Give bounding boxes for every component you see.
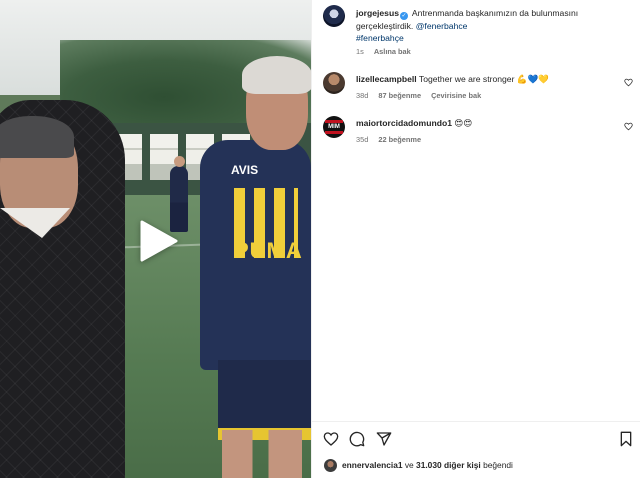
post-actions [323,431,633,447]
share-icon[interactable] [376,431,392,447]
comment: lizellecampbell Together we are stronger… [356,73,616,85]
heart-icon[interactable] [323,431,339,447]
avatar[interactable] [323,5,345,27]
divider [312,421,640,422]
see-original-button[interactable]: Aslına bak [374,47,411,56]
avatar-badge-text: MIM [328,124,340,130]
verified-icon: ✓ [400,12,408,20]
likes-middle: ve [402,460,417,470]
bookmark-icon[interactable] [618,431,634,447]
comment-username[interactable]: lizellecampbell [356,74,417,84]
comment-emojis: 😍😍 [454,118,473,128]
post-panel: jorgejesus ✓ Antrenmanda başkanımızın da … [311,0,640,478]
translate-button[interactable]: Çevirisine bak [431,91,481,100]
video-person-right [200,56,311,478]
heart-icon[interactable] [624,78,633,87]
comment-username[interactable]: maiortorcidadomundo1 [356,118,452,128]
avatar[interactable] [324,459,337,472]
likes-summary: ennervalencia1 ve 31.030 diğer kişi beğe… [342,460,513,470]
play-button[interactable] [137,220,179,262]
comment-meta: 35d 22 beğenme [356,135,421,144]
comment-likes[interactable]: 22 beğenme [378,135,421,144]
caption-meta: 1s Aslına bak [356,47,411,56]
jersey-sponsor-puma: PUMA [234,238,303,263]
post-video[interactable]: AVIS PUMA [0,0,311,478]
comment-time: 35d [356,135,369,144]
likes-count[interactable]: 31.030 diğer kişi [416,460,481,470]
comment-text: Together we are stronger [418,74,515,84]
mention-link[interactable]: @fenerbahce [416,21,468,31]
jersey-sponsor-avis: AVIS [231,163,259,177]
author-username[interactable]: jorgejesus [356,8,399,18]
comment-emojis: 💪💙💛 [516,74,549,84]
comment-likes[interactable]: 87 beğenme [378,91,421,100]
post-caption: jorgejesus ✓ Antrenmanda başkanımızın da … [356,7,631,44]
hashtag-link[interactable]: #fenerbahçe [356,33,404,43]
play-icon [140,220,178,262]
comment: maiortorcidadomundo1 😍😍 [356,117,616,129]
comment-time: 38d [356,91,369,100]
likes-username[interactable]: ennervalencia1 [342,460,403,470]
avatar[interactable]: MIM [323,116,345,138]
heart-icon[interactable] [624,122,633,131]
comment-meta: 38d 87 beğenme Çevirisine bak [356,91,481,100]
video-person-left [0,100,125,478]
avatar[interactable] [323,72,345,94]
comment-icon[interactable] [349,431,365,447]
likes-suffix: beğendi [480,460,513,470]
post-time: 1s [356,47,364,56]
